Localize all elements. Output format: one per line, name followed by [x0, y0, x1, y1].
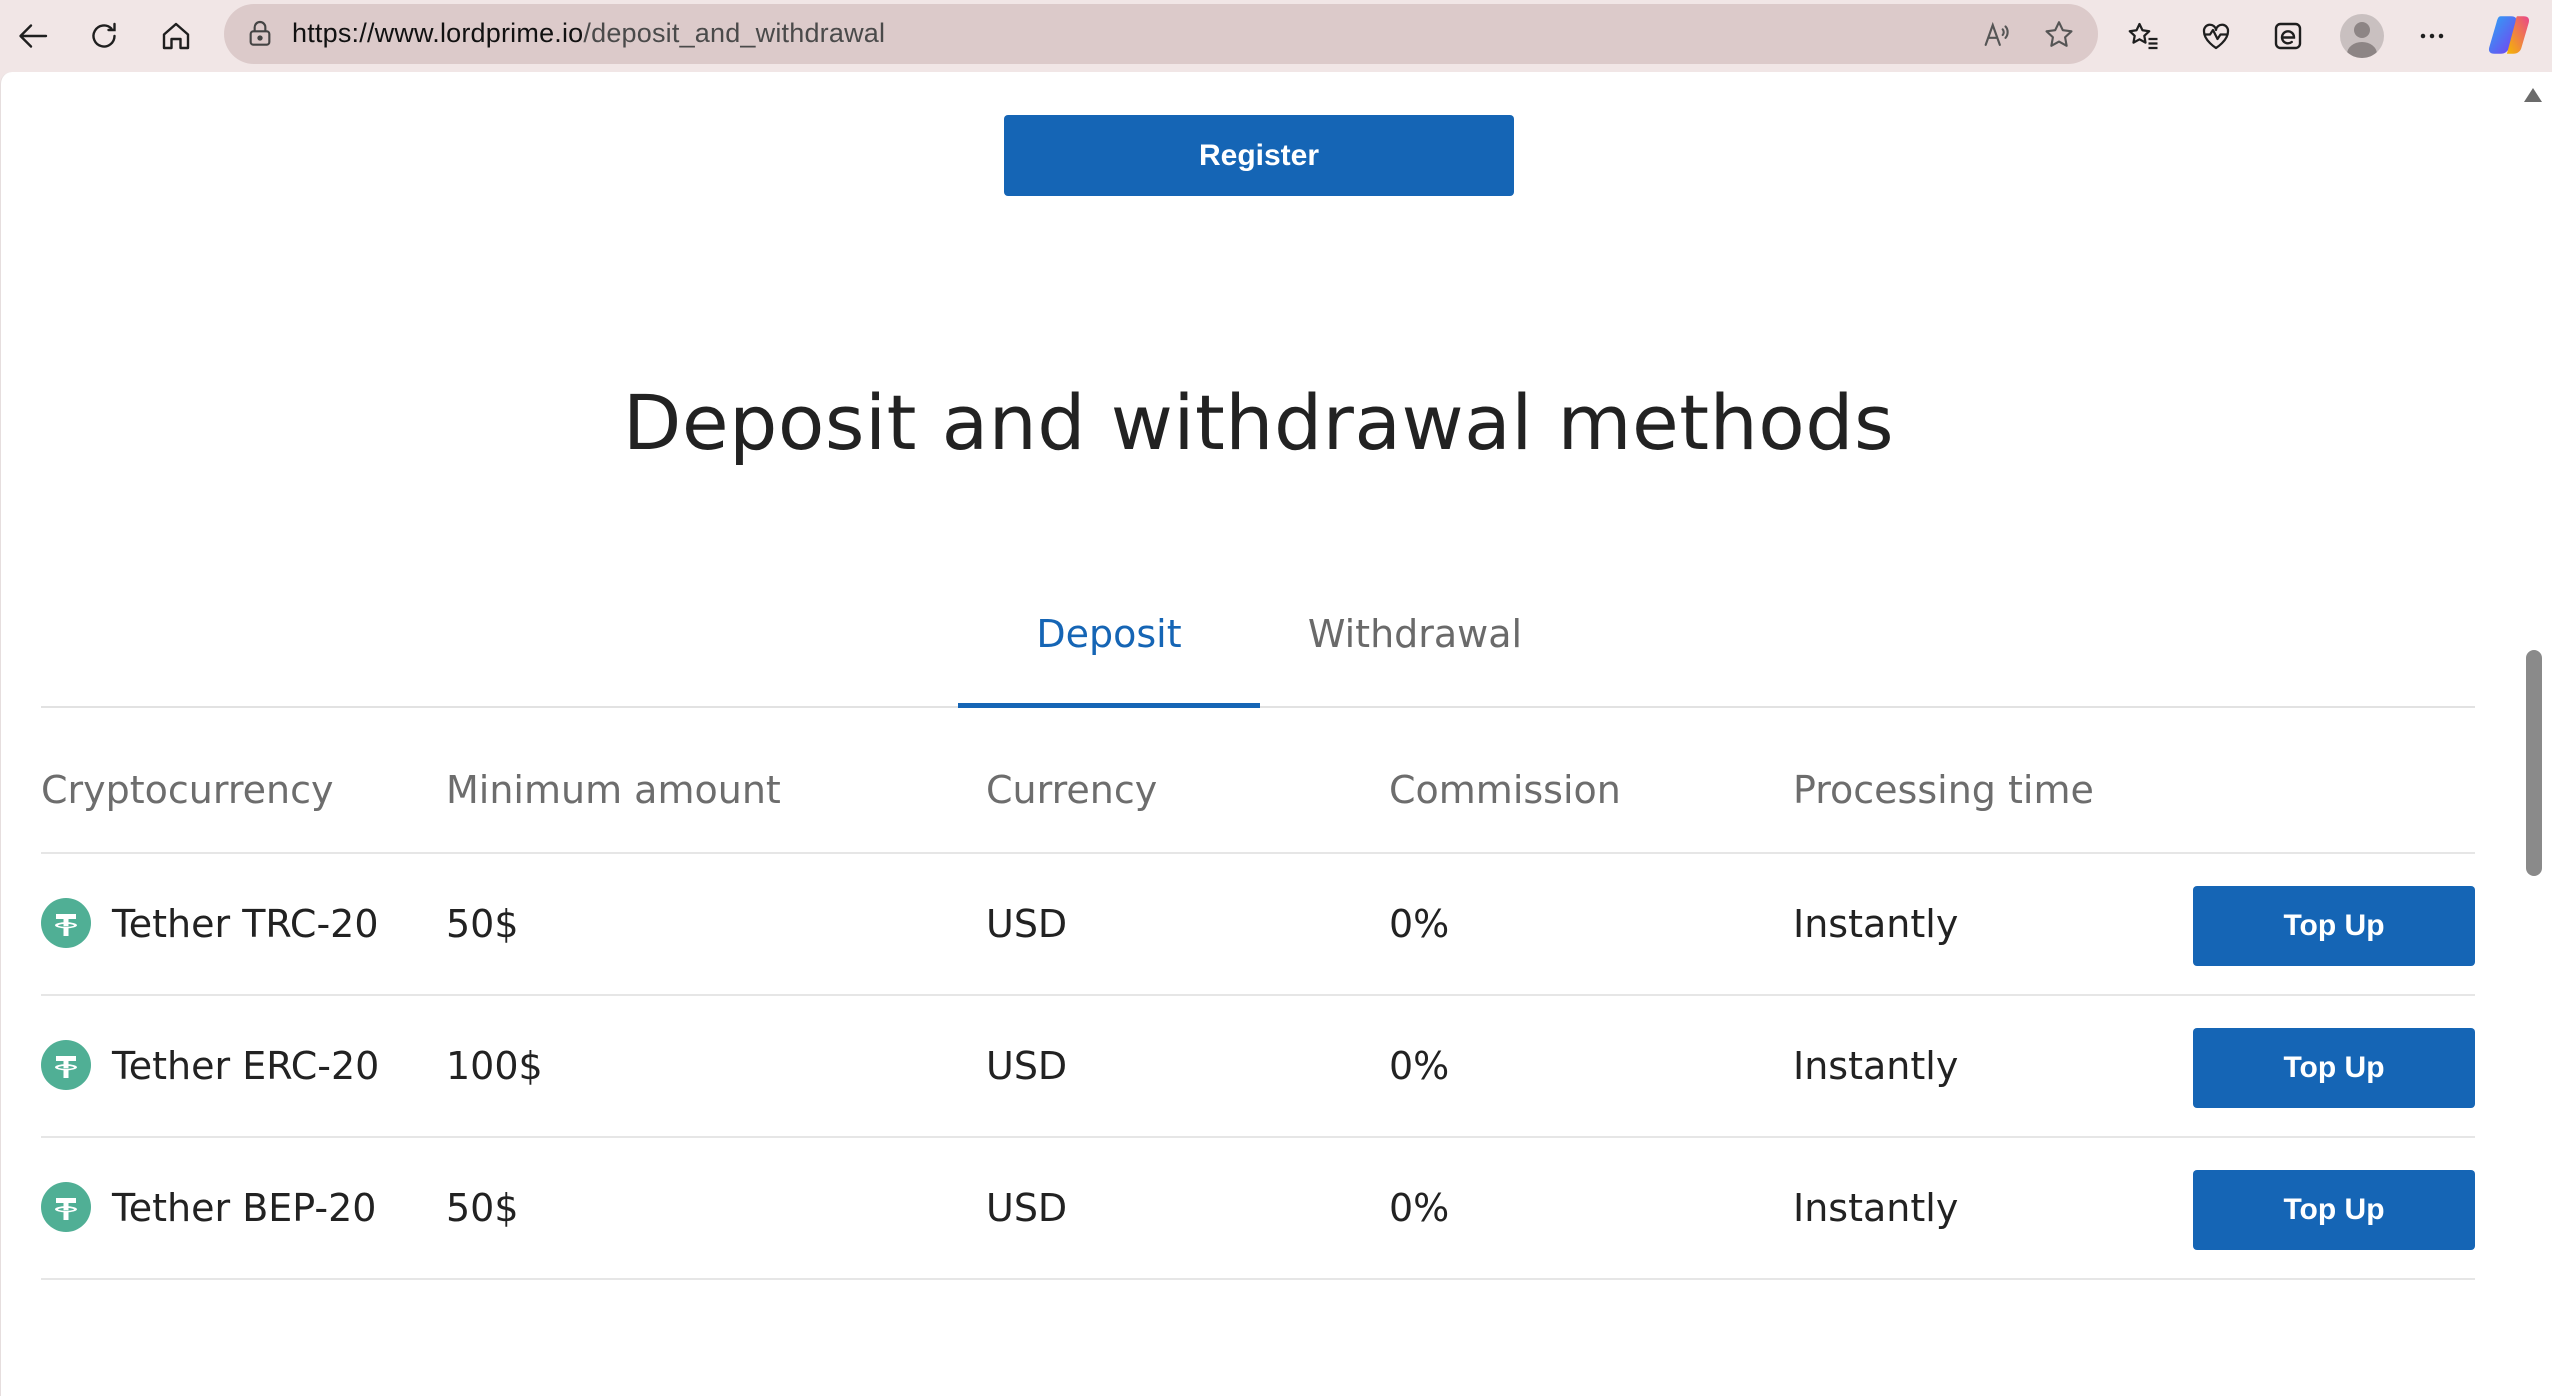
- column-header-commission: Commission: [1389, 768, 1621, 812]
- method-tabs: Deposit Withdrawal: [41, 552, 2475, 708]
- home-button[interactable]: [148, 8, 204, 64]
- minimum-amount: 100$: [446, 1044, 543, 1088]
- processing-time: Instantly: [1793, 1044, 1959, 1088]
- crypto-name: Tether ERC-20: [112, 1044, 380, 1088]
- copilot-icon[interactable]: [2484, 10, 2534, 60]
- favorite-star-icon[interactable]: [2042, 18, 2076, 52]
- home-icon: [162, 22, 190, 50]
- favorites-button[interactable]: [2116, 8, 2172, 64]
- read-aloud-icon[interactable]: [1980, 18, 2014, 52]
- top-up-button[interactable]: Top Up: [2193, 1028, 2475, 1108]
- profile-avatar[interactable]: [2340, 14, 2384, 58]
- methods-table: Cryptocurrency Minimum amount Currency C…: [41, 708, 2475, 1280]
- minimum-amount: 50$: [446, 902, 519, 946]
- tether-icon: [41, 898, 91, 948]
- back-button[interactable]: [6, 8, 62, 64]
- collections-button[interactable]: [2260, 8, 2316, 64]
- refresh-icon: [92, 22, 116, 48]
- tether-icon: [41, 1040, 91, 1090]
- minimum-amount: 50$: [446, 1186, 519, 1230]
- crypto-name: Tether BEP-20: [112, 1186, 377, 1230]
- scroll-thumb[interactable]: [2526, 650, 2542, 876]
- browser-toolbar: https://www.lordprime.io/deposit_and_wit…: [0, 0, 2552, 72]
- table-row: Tether BEP-20 50$ USD 0% Instantly Top U…: [41, 1138, 2475, 1280]
- tab-withdrawal[interactable]: Withdrawal: [1260, 612, 1570, 708]
- currency: USD: [986, 1186, 1068, 1230]
- table-row: Tether ERC-20 100$ USD 0% Instantly Top …: [41, 996, 2475, 1138]
- url-path: /deposit_and_withdrawal: [583, 18, 886, 48]
- commission: 0%: [1389, 1044, 1450, 1088]
- commission: 0%: [1389, 1186, 1450, 1230]
- lock-icon: [249, 21, 271, 46]
- scroll-up-arrow-icon[interactable]: [2524, 88, 2542, 102]
- top-up-button[interactable]: Top Up: [2193, 1170, 2475, 1250]
- back-arrow-icon: [19, 24, 48, 48]
- ellipsis-icon: [2420, 33, 2444, 39]
- crypto-name: Tether TRC-20: [112, 902, 379, 946]
- address-bar[interactable]: https://www.lordprime.io/deposit_and_wit…: [224, 4, 2098, 64]
- health-button[interactable]: [2188, 8, 2244, 64]
- register-button[interactable]: Register: [1004, 115, 1514, 196]
- refresh-button[interactable]: [76, 8, 132, 64]
- tether-icon: [41, 1182, 91, 1232]
- tab-deposit[interactable]: Deposit: [958, 612, 1260, 708]
- column-header-minimum-amount: Minimum amount: [446, 768, 781, 812]
- vertical-scrollbar[interactable]: [2516, 72, 2552, 1396]
- table-row: Tether TRC-20 50$ USD 0% Instantly Top U…: [41, 854, 2475, 996]
- column-header-currency: Currency: [986, 768, 1158, 812]
- table-header: Cryptocurrency Minimum amount Currency C…: [41, 708, 2475, 854]
- more-options-button[interactable]: [2404, 8, 2460, 64]
- page-viewport: Register Deposit and withdrawal methods …: [0, 72, 2552, 1396]
- page-title: Deposit and withdrawal methods: [622, 378, 1895, 467]
- currency: USD: [986, 902, 1068, 946]
- commission: 0%: [1389, 902, 1450, 946]
- top-up-button[interactable]: Top Up: [2193, 886, 2475, 966]
- column-header-processing-time: Processing time: [1793, 768, 2094, 812]
- heartbeat-icon: [2202, 23, 2230, 50]
- url-host: https://www.lordprime.io: [292, 18, 584, 48]
- url-text: https://www.lordprime.io/deposit_and_wit…: [292, 18, 885, 49]
- currency: USD: [986, 1044, 1068, 1088]
- column-header-cryptocurrency: Cryptocurrency: [41, 768, 334, 812]
- processing-time: Instantly: [1793, 902, 1959, 946]
- edge-collections-icon: [2274, 22, 2302, 50]
- processing-time: Instantly: [1793, 1186, 1959, 1230]
- favorites-list-icon: [2128, 22, 2158, 50]
